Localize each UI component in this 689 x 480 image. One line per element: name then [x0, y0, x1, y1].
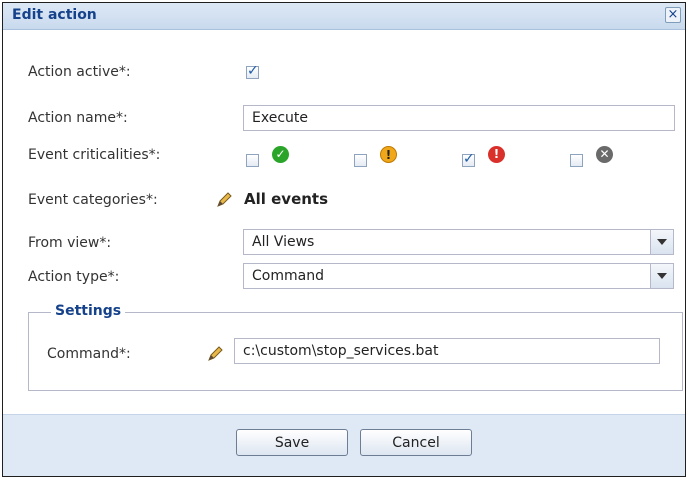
save-button[interactable]: Save: [236, 429, 348, 456]
chevron-down-icon[interactable]: [650, 230, 673, 254]
action-name-label: Action name*:: [28, 110, 128, 126]
cancel-button[interactable]: Cancel: [360, 429, 472, 456]
event-categories-value[interactable]: All events: [244, 190, 328, 208]
criticality-warning-checkbox[interactable]: [354, 154, 367, 167]
criticality-critical-checkbox[interactable]: [462, 151, 475, 167]
pencil-icon[interactable]: [214, 190, 234, 210]
from-view-label: From view*:: [28, 235, 112, 251]
action-type-select[interactable]: Command: [243, 263, 674, 289]
action-type-label: Action type*:: [28, 269, 120, 285]
from-view-value: All Views: [252, 234, 315, 250]
settings-fieldset: Settings Command*:: [28, 303, 683, 391]
from-view-select[interactable]: All Views: [243, 229, 674, 255]
dialog-body: Action active*: Action name*: Event crit…: [3, 30, 685, 414]
criticality-success-checkbox[interactable]: [246, 154, 259, 167]
pencil-icon[interactable]: [205, 344, 225, 364]
action-name-input[interactable]: [243, 105, 675, 131]
settings-legend: Settings: [51, 303, 126, 319]
critical-icon: !: [488, 146, 505, 163]
chevron-down-icon[interactable]: [650, 264, 673, 288]
success-icon: ✓: [272, 146, 289, 163]
event-categories-label: Event categories*:: [28, 192, 158, 208]
dialog-footer: Save Cancel: [3, 414, 685, 476]
criticality-cancel-checkbox[interactable]: [570, 154, 583, 167]
close-icon[interactable]: ×: [665, 7, 681, 23]
action-active-label: Action active*:: [28, 64, 131, 80]
command-input[interactable]: [234, 338, 660, 364]
cancel-icon: ✕: [596, 146, 613, 163]
dialog-titlebar[interactable]: Edit action ×: [3, 3, 685, 30]
dialog-title: Edit action: [12, 7, 97, 23]
warning-icon: !: [380, 146, 397, 163]
edit-action-dialog: Edit action × Action active*: Action nam…: [2, 2, 686, 477]
event-criticalities-label: Event criticalities*:: [28, 147, 161, 163]
action-type-value: Command: [252, 268, 324, 284]
action-active-checkbox[interactable]: [246, 63, 259, 79]
command-label: Command*:: [47, 346, 131, 362]
